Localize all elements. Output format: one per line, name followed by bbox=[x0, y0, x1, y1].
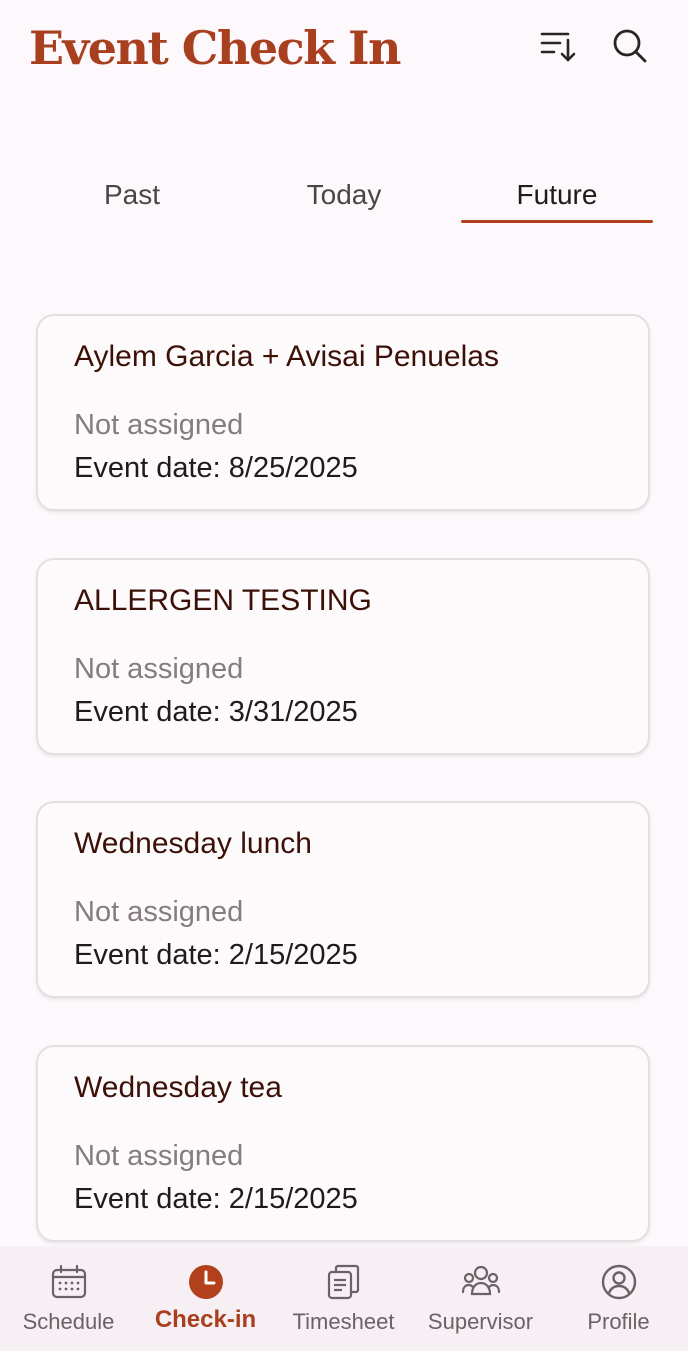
event-title: ALLERGEN TESTING bbox=[74, 584, 372, 617]
event-date: Event date: 2/15/2025 bbox=[74, 1183, 358, 1215]
event-card[interactable]: Wednesday lunch Not assigned Event date:… bbox=[36, 801, 650, 998]
nav-schedule[interactable]: Schedule bbox=[0, 1246, 137, 1351]
bottom-nav: Schedule Check-in Timesheet Supervisor P… bbox=[0, 1246, 688, 1351]
nav-profile[interactable]: Profile bbox=[550, 1246, 687, 1351]
clipboard-icon bbox=[324, 1262, 364, 1302]
event-status: Not assigned bbox=[74, 409, 244, 441]
nav-timesheet[interactable]: Timesheet bbox=[275, 1246, 412, 1351]
event-card[interactable]: ALLERGEN TESTING Not assigned Event date… bbox=[36, 558, 650, 755]
event-card[interactable]: Aylem Garcia + Avisai Penuelas Not assig… bbox=[36, 314, 650, 511]
page-title: Event Check In bbox=[29, 21, 401, 75]
event-status: Not assigned bbox=[74, 1140, 244, 1172]
nav-label: Timesheet bbox=[292, 1309, 395, 1334]
nav-label: Check-in bbox=[154, 1306, 257, 1333]
event-title: Wednesday lunch bbox=[74, 827, 312, 860]
tab-today[interactable]: Today bbox=[248, 166, 440, 224]
event-status: Not assigned bbox=[74, 653, 244, 685]
nav-label: Profile bbox=[587, 1309, 650, 1334]
group-icon bbox=[461, 1262, 501, 1302]
nav-label: Supervisor bbox=[427, 1309, 534, 1334]
tab-past[interactable]: Past bbox=[36, 166, 228, 224]
event-date: Event date: 2/15/2025 bbox=[74, 939, 358, 971]
date-tabs: Past Today Future bbox=[26, 166, 662, 226]
event-title: Wednesday tea bbox=[74, 1071, 282, 1104]
profile-icon bbox=[599, 1262, 639, 1302]
event-status: Not assigned bbox=[74, 896, 244, 928]
nav-supervisor[interactable]: Supervisor bbox=[412, 1246, 549, 1351]
event-date: Event date: 8/25/2025 bbox=[74, 452, 358, 484]
nav-label: Schedule bbox=[22, 1309, 115, 1334]
sort-icon[interactable] bbox=[538, 26, 578, 66]
nav-check-in[interactable]: Check-in bbox=[137, 1246, 274, 1351]
tab-future[interactable]: Future bbox=[461, 166, 653, 224]
clock-icon bbox=[186, 1262, 226, 1302]
active-tab-indicator bbox=[461, 220, 653, 223]
search-icon[interactable] bbox=[610, 26, 650, 66]
calendar-icon bbox=[49, 1262, 89, 1302]
event-card[interactable]: Wednesday tea Not assigned Event date: 2… bbox=[36, 1045, 650, 1242]
app-header: Event Check In bbox=[0, 0, 688, 100]
event-date: Event date: 3/31/2025 bbox=[74, 696, 358, 728]
event-title: Aylem Garcia + Avisai Penuelas bbox=[74, 340, 499, 373]
